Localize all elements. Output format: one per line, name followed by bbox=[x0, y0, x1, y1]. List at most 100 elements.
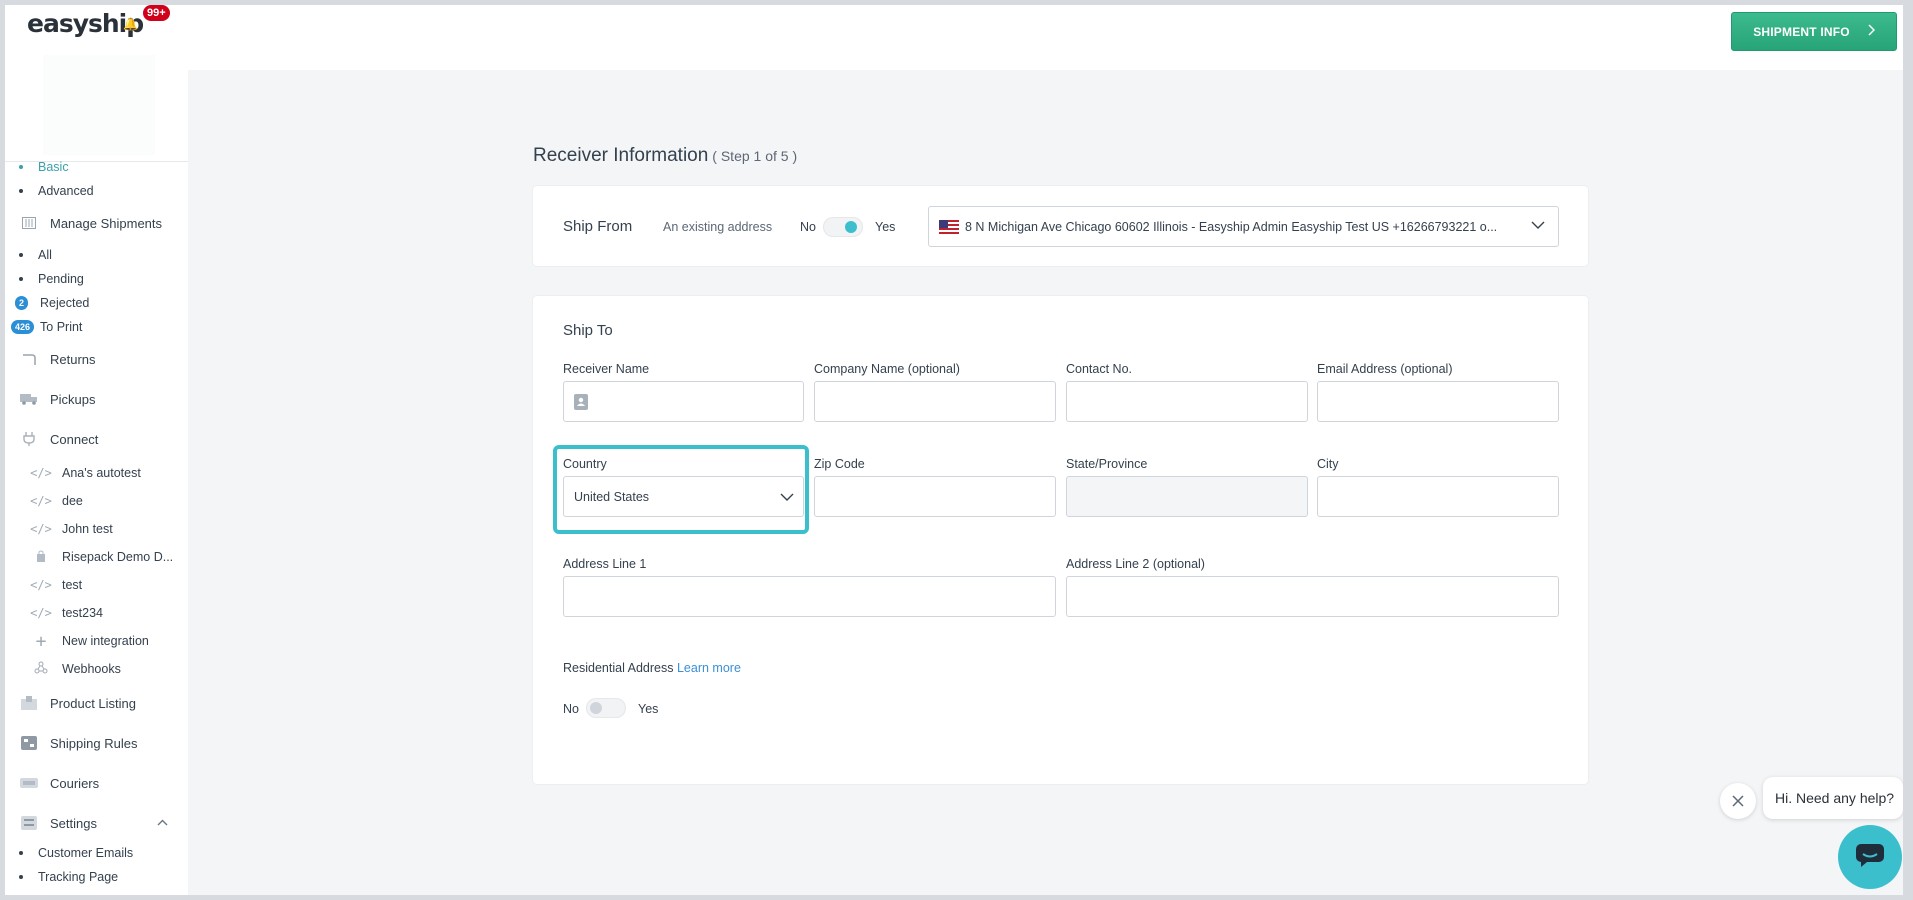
country-select[interactable]: United States bbox=[563, 476, 804, 517]
integration-item-test[interactable]: </> test bbox=[5, 571, 188, 599]
webhooks-item[interactable]: Webhooks bbox=[5, 655, 188, 683]
list-icon bbox=[20, 215, 38, 231]
chat-icon bbox=[1855, 843, 1885, 872]
sidebar-item-label: Returns bbox=[50, 351, 96, 367]
new-integration-button[interactable]: + New integration bbox=[5, 627, 188, 655]
existing-address-no: No bbox=[800, 220, 816, 234]
company-name-input[interactable] bbox=[814, 381, 1056, 422]
product-icon bbox=[20, 695, 38, 711]
integration-item-risepack-demo[interactable]: Risepack Demo D... bbox=[5, 543, 188, 571]
sidebar-item-label: Product Listing bbox=[50, 695, 136, 711]
plus-icon: + bbox=[35, 630, 47, 652]
bullet-icon bbox=[19, 875, 23, 879]
sidebar-item-label: Shipping Rules bbox=[50, 735, 138, 751]
residential-address-label: Residential Address Learn more bbox=[563, 661, 741, 675]
courier-icon bbox=[20, 775, 38, 791]
zip-input[interactable] bbox=[814, 476, 1056, 517]
sidebar-item-label: Manage Shipments bbox=[50, 215, 163, 231]
close-help-button[interactable] bbox=[1720, 783, 1756, 819]
integration-label: Webhooks bbox=[62, 662, 121, 676]
sidebar-item-advanced[interactable]: Advanced bbox=[5, 179, 188, 203]
ship-from-address-select[interactable]: 8 N Michigan Ave Chicago 60602 Illinois … bbox=[928, 206, 1559, 247]
integration-item-test234[interactable]: </> test234 bbox=[5, 599, 188, 627]
page-title: Receiver Information( Step 1 of 5 ) bbox=[533, 145, 797, 167]
sidebar-item-settings[interactable]: Settings bbox=[5, 803, 188, 843]
sidebar-item-manage-shipments[interactable]: Manage Shipments bbox=[5, 203, 188, 243]
sidebar-item-label: Advanced bbox=[38, 184, 94, 198]
company-logo-placeholder bbox=[43, 55, 155, 155]
toggle-knob bbox=[845, 221, 857, 233]
receiver-name-input[interactable] bbox=[563, 381, 804, 422]
zip-label: Zip Code bbox=[814, 457, 865, 471]
bullet-icon bbox=[19, 851, 23, 855]
chevron-down-icon bbox=[779, 489, 795, 508]
help-text: Hi. Need any help? bbox=[1775, 790, 1895, 806]
state-label: State/Province bbox=[1066, 457, 1148, 471]
learn-more-link[interactable]: Learn more bbox=[677, 661, 741, 675]
contact-book-icon[interactable] bbox=[574, 394, 588, 415]
notification-badge[interactable]: 99+ bbox=[143, 5, 170, 21]
chevron-down-icon bbox=[1530, 217, 1546, 233]
integration-label: Risepack Demo D... bbox=[62, 550, 174, 564]
code-icon: </> bbox=[30, 578, 52, 592]
address-line1-input[interactable] bbox=[563, 576, 1056, 617]
sidebar-item-rejected[interactable]: 2 Rejected bbox=[5, 291, 188, 315]
sidebar-item-returns[interactable]: Returns bbox=[5, 339, 188, 379]
toggle-knob bbox=[590, 702, 602, 714]
integration-label: test234 bbox=[62, 606, 104, 620]
integration-item-dee[interactable]: </> dee bbox=[5, 487, 188, 515]
integration-item-john-test[interactable]: </> John test bbox=[5, 515, 188, 543]
sidebar-item-to-print[interactable]: 426 To Print bbox=[5, 315, 188, 339]
existing-address-toggle[interactable] bbox=[823, 217, 863, 237]
help-bubble[interactable]: Hi. Need any help? bbox=[1763, 777, 1903, 819]
address-line1-label: Address Line 1 bbox=[563, 557, 647, 571]
contact-no-input[interactable] bbox=[1066, 381, 1308, 422]
truck-icon bbox=[20, 391, 38, 407]
city-label: City bbox=[1317, 457, 1339, 471]
sidebar: easyship 🔔 99+ Basic Advanced Manage Shi… bbox=[5, 5, 188, 895]
country-label: Country bbox=[563, 457, 607, 471]
sidebar-item-pending[interactable]: Pending bbox=[5, 267, 188, 291]
residential-toggle[interactable] bbox=[586, 698, 626, 718]
sidebar-item-shipping-rules[interactable]: Shipping Rules bbox=[5, 723, 188, 763]
sidebar-item-product-listing[interactable]: Product Listing bbox=[5, 683, 188, 723]
sidebar-item-label: Basic bbox=[38, 160, 69, 174]
bell-icon[interactable]: 🔔 bbox=[123, 17, 138, 31]
sidebar-item-label: Pickups bbox=[50, 391, 96, 407]
bag-icon bbox=[29, 550, 53, 565]
city-input[interactable] bbox=[1317, 476, 1559, 517]
chevron-right-icon bbox=[1868, 24, 1875, 39]
ship-to-card: Ship To Receiver Name Company Name (opti… bbox=[533, 296, 1588, 784]
shipment-info-button[interactable]: SHIPMENT INFO bbox=[1731, 12, 1897, 51]
sidebar-item-tracking-page[interactable]: Tracking Page bbox=[5, 865, 188, 889]
us-flag-icon bbox=[939, 219, 959, 234]
bullet-icon bbox=[19, 253, 23, 257]
state-input[interactable] bbox=[1066, 476, 1308, 517]
sidebar-item-pickups[interactable]: Pickups bbox=[5, 379, 188, 419]
chevron-up-icon[interactable] bbox=[157, 817, 168, 829]
sidebar-item-all[interactable]: All bbox=[5, 243, 188, 267]
webhook-icon bbox=[29, 661, 53, 677]
integration-label: New integration bbox=[62, 634, 149, 648]
sidebar-item-basic[interactable]: Basic bbox=[5, 155, 188, 179]
sidebar-item-customer-emails[interactable]: Customer Emails bbox=[5, 841, 188, 865]
bullet-icon bbox=[19, 165, 23, 169]
sidebar-item-couriers[interactable]: Couriers bbox=[5, 763, 188, 803]
address-line2-input[interactable] bbox=[1066, 576, 1559, 617]
email-input[interactable] bbox=[1317, 381, 1559, 422]
sidebar-item-connect[interactable]: Connect bbox=[5, 419, 188, 459]
chat-button[interactable] bbox=[1838, 825, 1902, 889]
contact-no-label: Contact No. bbox=[1066, 362, 1133, 376]
step-indicator: ( Step 1 of 5 ) bbox=[712, 148, 798, 164]
code-icon: </> bbox=[30, 606, 52, 620]
settings-icon bbox=[20, 815, 38, 831]
integration-item-anas-autotest[interactable]: </> Ana's autotest bbox=[5, 459, 188, 487]
shipment-info-label: SHIPMENT INFO bbox=[1753, 24, 1850, 39]
integration-label: Ana's autotest bbox=[62, 466, 141, 480]
rules-icon bbox=[20, 735, 38, 751]
receiver-name-label: Receiver Name bbox=[563, 362, 650, 376]
to-print-count-badge: 426 bbox=[11, 320, 35, 334]
email-label: Email Address (optional) bbox=[1317, 362, 1453, 376]
sidebar-item-label: Pending bbox=[38, 272, 84, 286]
company-name-label: Company Name (optional) bbox=[814, 362, 960, 376]
